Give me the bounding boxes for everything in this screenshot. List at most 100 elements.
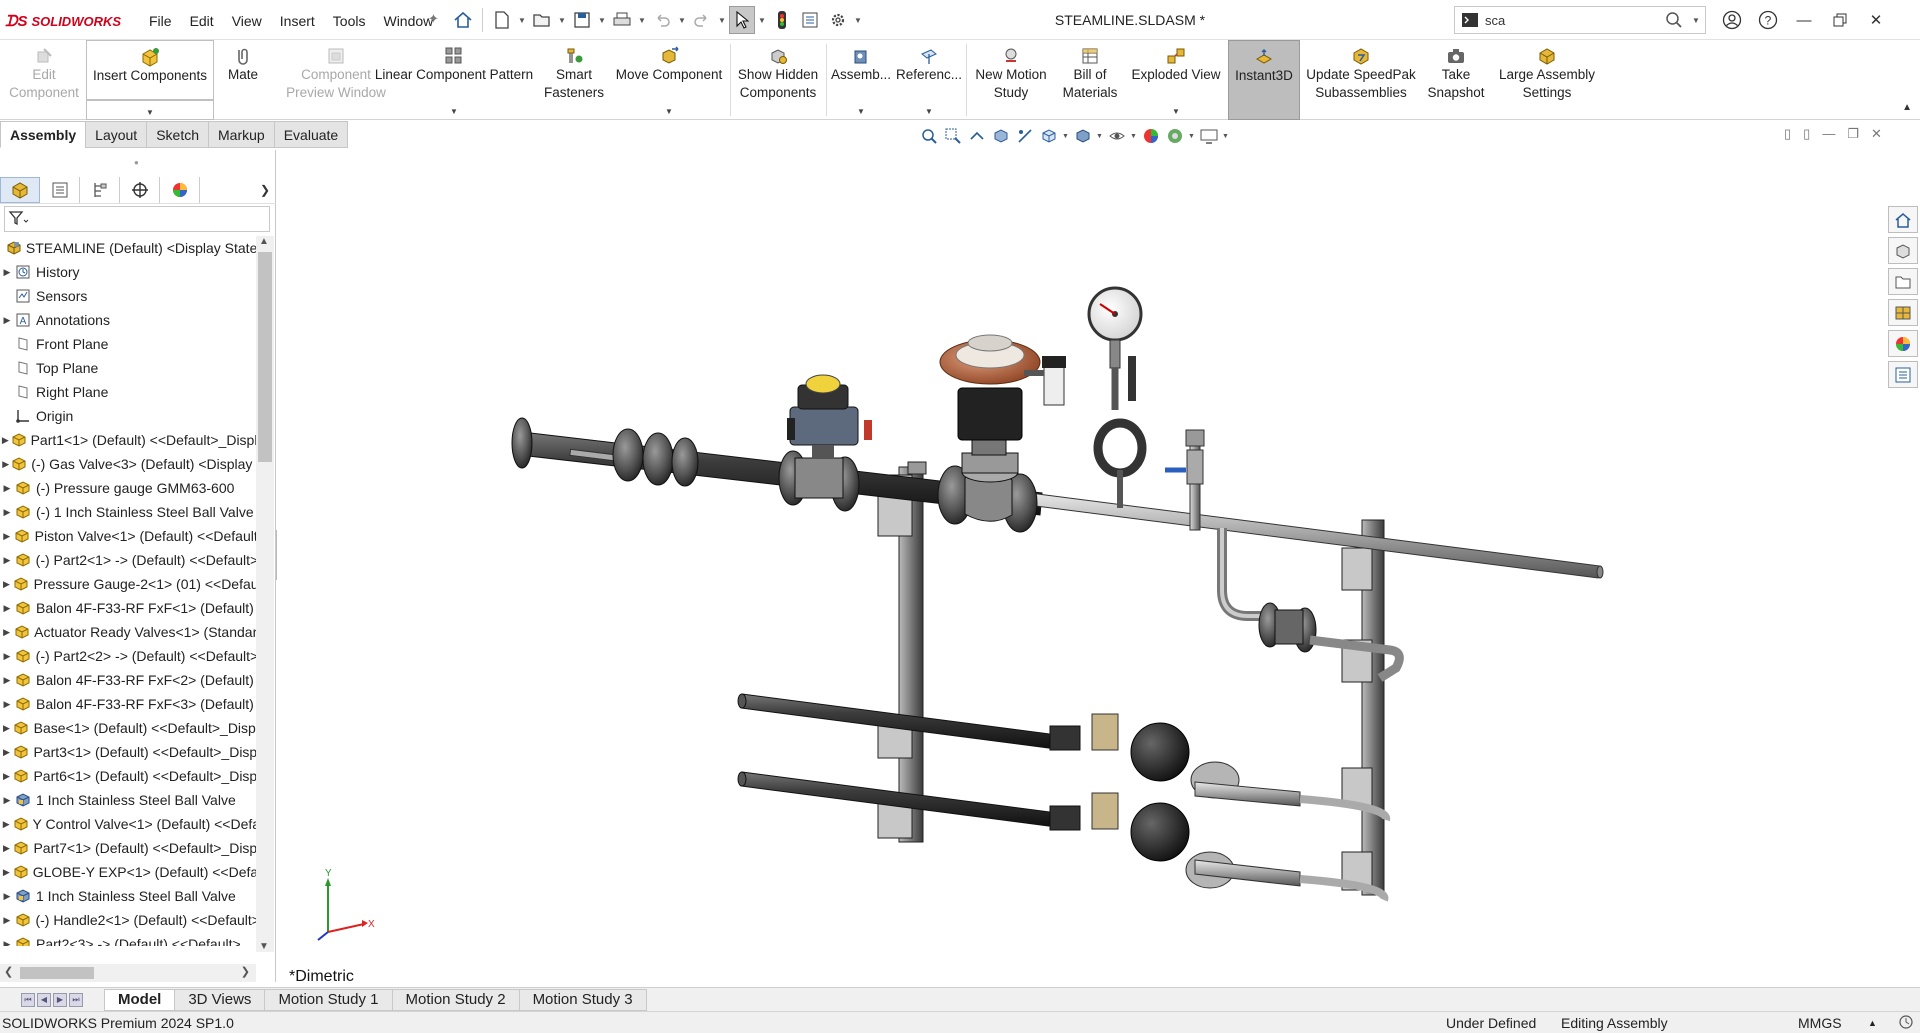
display-style-icon[interactable] (1072, 125, 1094, 147)
expand-arrow-icon[interactable]: ▶ (0, 651, 14, 662)
insert-components-dropdown[interactable]: ▼ (86, 100, 214, 120)
tab-motion-study-2[interactable]: Motion Study 2 (391, 988, 520, 1011)
tree-item[interactable]: ▶ (-) Part2<2> -> (Default) <<Default> (0, 644, 256, 668)
expand-arrow-icon[interactable]: ▶ (0, 819, 12, 830)
tree-item[interactable]: ▶ 1 Inch Stainless Steel Ball Valve (0, 788, 256, 812)
chevron-down-icon[interactable]: ▼ (857, 107, 865, 116)
expand-arrow-icon[interactable]: ▶ (0, 315, 14, 326)
select-cursor-icon[interactable] (729, 6, 755, 34)
chevron-down-icon[interactable]: ▼ (925, 107, 933, 116)
menu-edit[interactable]: Edit (181, 10, 223, 32)
tree-item[interactable]: Front Plane (0, 332, 256, 356)
undo-icon[interactable] (649, 6, 675, 34)
file-explorer-icon[interactable] (1888, 268, 1918, 295)
scroll-down-icon[interactable]: ▼ (259, 941, 269, 952)
assembly-features-button[interactable]: Assemb... ▼ (828, 40, 894, 120)
expand-arrow-icon[interactable]: ▶ (0, 627, 13, 638)
exploded-view-button[interactable]: Exploded View ▼ (1126, 40, 1226, 120)
options-gear-icon[interactable] (825, 6, 851, 34)
main-steam-line[interactable] (511, 417, 1604, 579)
tree-item[interactable]: ▶ Y Control Valve<1> (Default) <<Default> (0, 812, 256, 836)
tab-markup[interactable]: Markup (208, 121, 275, 148)
expand-arrow-icon[interactable]: ▶ (0, 267, 14, 278)
status-bar-options-icon[interactable] (1898, 1014, 1914, 1033)
expand-arrow-icon[interactable]: ▶ (0, 675, 14, 686)
tree-item[interactable]: ▶ (-) Pressure gauge GMM63-600 (0, 476, 256, 500)
search-dropdown-icon[interactable]: ▼ (1687, 16, 1705, 25)
update-speedpak-button[interactable]: Update SpeedPak Subassemblies (1302, 40, 1420, 120)
unit-system-dropdown-icon[interactable]: ▲ (1868, 1018, 1877, 1028)
menu-insert[interactable]: Insert (271, 10, 324, 32)
scroll-right-icon[interactable]: ❯ (241, 965, 250, 978)
options-dropdown-icon[interactable]: ▼ (853, 6, 863, 34)
mate-button[interactable]: Mate (216, 40, 270, 120)
instant3d-button[interactable]: Instant3D (1228, 40, 1300, 120)
panel-grip-icon[interactable]: ● (134, 158, 139, 167)
tile-left-icon[interactable]: ▯ (1784, 126, 1791, 142)
lower-pipeline-1[interactable] (737, 693, 1391, 822)
open-dropdown-icon[interactable]: ▼ (557, 6, 567, 34)
search-box[interactable]: ▼ (1454, 6, 1706, 34)
tree-item[interactable]: ▶ History (0, 260, 256, 284)
tree-item[interactable]: ▶ Part3<1> (Default) <<Default>_Display (0, 740, 256, 764)
insert-components-button[interactable]: Insert Components (86, 40, 214, 100)
expand-arrow-icon[interactable]: ▶ (0, 843, 13, 854)
take-snapshot-button[interactable]: Take Snapshot (1422, 40, 1490, 120)
chevron-down-icon[interactable]: ▼ (1172, 107, 1180, 116)
menu-tools[interactable]: Tools (324, 10, 375, 32)
search-icon[interactable] (1661, 11, 1687, 29)
tree-vertical-scrollbar[interactable]: ▲ ▼ (256, 236, 274, 952)
expand-arrow-icon[interactable]: ▶ (0, 867, 13, 878)
save-dropdown-icon[interactable]: ▼ (597, 6, 607, 34)
save-icon[interactable] (569, 6, 595, 34)
open-folder-icon[interactable] (529, 6, 555, 34)
scroll-thumb[interactable] (258, 252, 272, 462)
tree-item[interactable]: ▶ 1 Inch Stainless Steel Ball Valve (0, 884, 256, 908)
expand-arrow-icon[interactable]: ▶ (0, 507, 14, 518)
rebuild-icon[interactable] (769, 6, 795, 34)
new-dropdown-icon[interactable]: ▼ (517, 6, 527, 34)
expand-arrow-icon[interactable]: ▶ (0, 699, 14, 710)
graphics-area[interactable]: Y X (277, 150, 1920, 984)
apply-scene-icon[interactable] (1164, 125, 1186, 147)
expand-arrow-icon[interactable]: ▶ (0, 555, 14, 566)
scroll-up-icon[interactable]: ▲ (259, 236, 269, 247)
custom-properties-icon[interactable] (1888, 361, 1918, 388)
search-input[interactable] (1485, 12, 1661, 28)
move-component-button[interactable]: Move Component ▼ (610, 40, 728, 120)
expand-arrow-icon[interactable]: ▶ (0, 747, 13, 758)
tab-assembly[interactable]: Assembly (0, 121, 87, 148)
view-orientation-icon[interactable] (1038, 125, 1060, 147)
tile-right-icon[interactable]: ▯ (1803, 126, 1810, 142)
menu-view[interactable]: View (223, 10, 271, 32)
view-settings-dropdown-icon[interactable]: ▼ (1222, 133, 1230, 140)
chevron-down-icon[interactable]: ▼ (450, 107, 458, 116)
solidworks-resources-icon[interactable] (1888, 206, 1918, 233)
hide-show-items-icon[interactable] (1106, 125, 1128, 147)
minimize-icon[interactable]: — (1788, 6, 1820, 34)
solidworks-logo[interactable]: ᗪS SOLIDWORKS (5, 10, 121, 32)
tab-evaluate[interactable]: Evaluate (273, 121, 349, 148)
tree-item[interactable]: Origin (0, 404, 256, 428)
expand-arrow-icon[interactable]: ▶ (0, 771, 13, 782)
filter-icon[interactable] (8, 209, 30, 230)
smart-fasteners-button[interactable]: Smart Fasteners (540, 40, 608, 120)
last-tab-icon[interactable]: ⏭ (69, 992, 83, 1007)
dimxpert-tab-icon[interactable] (120, 176, 160, 203)
expand-arrow-icon[interactable]: ▶ (0, 723, 13, 734)
hide-show-dropdown-icon[interactable]: ▼ (1130, 133, 1138, 140)
previous-view-icon[interactable] (966, 125, 988, 147)
expand-arrow-icon[interactable]: ▶ (0, 795, 14, 806)
redo-dropdown-icon[interactable]: ▼ (717, 6, 727, 34)
expand-arrow-icon[interactable]: ▶ (0, 915, 14, 926)
design-library-icon[interactable] (1888, 237, 1918, 264)
ball-valve-flanges[interactable] (612, 428, 699, 487)
print-dropdown-icon[interactable]: ▼ (637, 6, 647, 34)
help-icon[interactable]: ? (1752, 6, 1784, 34)
tree-item[interactable]: Right Plane (0, 380, 256, 404)
tree-item[interactable]: ▶ Part1<1> (Default) <<Default>_Display S… (0, 428, 256, 452)
search-commands-icon[interactable] (1455, 11, 1485, 29)
redo-icon[interactable] (689, 6, 715, 34)
pin-menu-icon[interactable]: ✦ (428, 11, 439, 27)
tree-item[interactable]: ▶ Part7<1> (Default) <<Default>_Display (0, 836, 256, 860)
